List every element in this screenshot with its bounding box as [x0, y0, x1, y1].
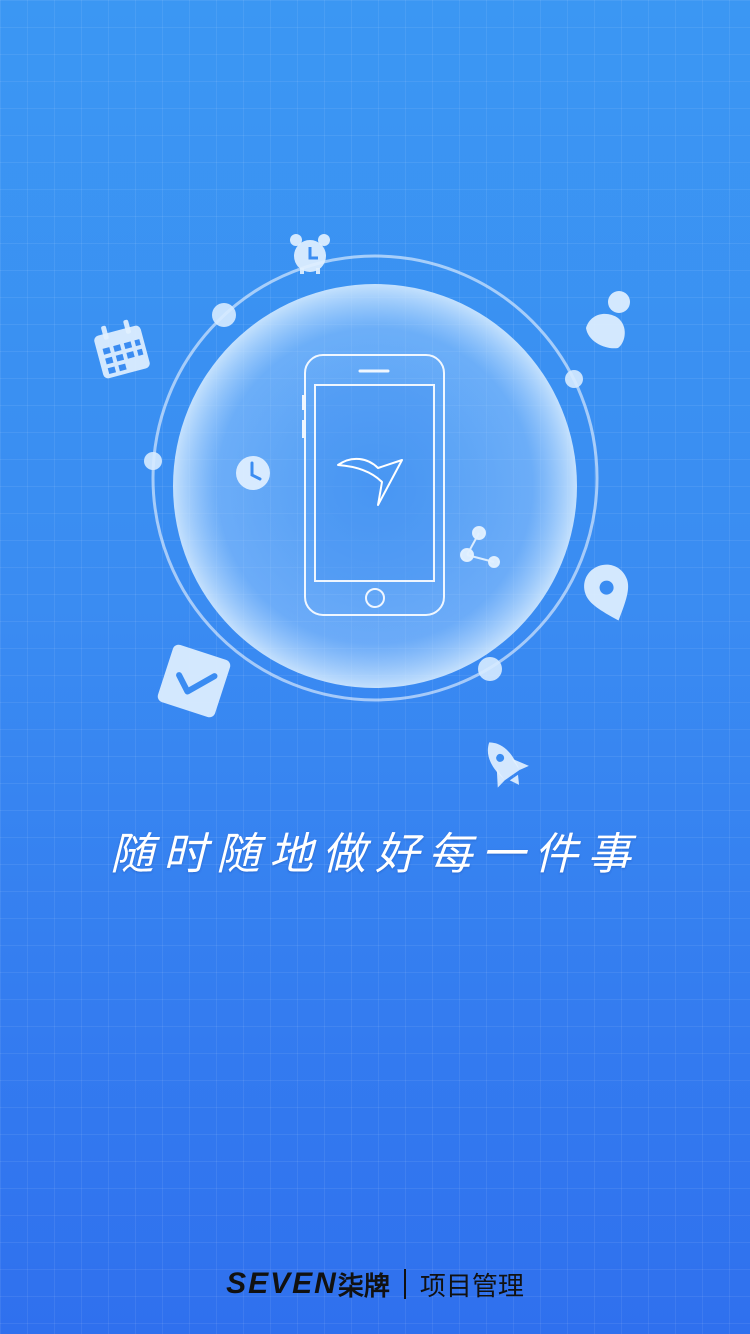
- orbit-dot: [478, 657, 502, 681]
- product-name: 项目管理: [419, 1271, 524, 1302]
- splash-illustration: [94, 234, 630, 788]
- brand-logo-cn: 柒牌: [337, 1271, 390, 1302]
- orbit-dot: [212, 303, 236, 327]
- brand-divider: [403, 1269, 406, 1299]
- phone-illustration: [302, 354, 445, 616]
- tagline: 随时随地做好每一件事: [110, 829, 640, 880]
- brand-footer: SEVEN 柒牌 项目管理: [0, 1262, 750, 1306]
- orbit-dot: [565, 370, 583, 388]
- checkbox-icon: [157, 644, 231, 718]
- user-icon: [586, 291, 630, 349]
- clock-icon: [236, 456, 270, 490]
- alarm-clock-icon: [290, 234, 330, 274]
- calendar-icon: [94, 319, 150, 379]
- location-pin-icon: [584, 564, 629, 621]
- rocket-icon: [487, 742, 529, 788]
- orbit-dot: [144, 452, 162, 470]
- brand-logo: SEVEN 柒牌: [226, 1266, 390, 1303]
- brand-logo-text: SEVEN: [226, 1267, 338, 1300]
